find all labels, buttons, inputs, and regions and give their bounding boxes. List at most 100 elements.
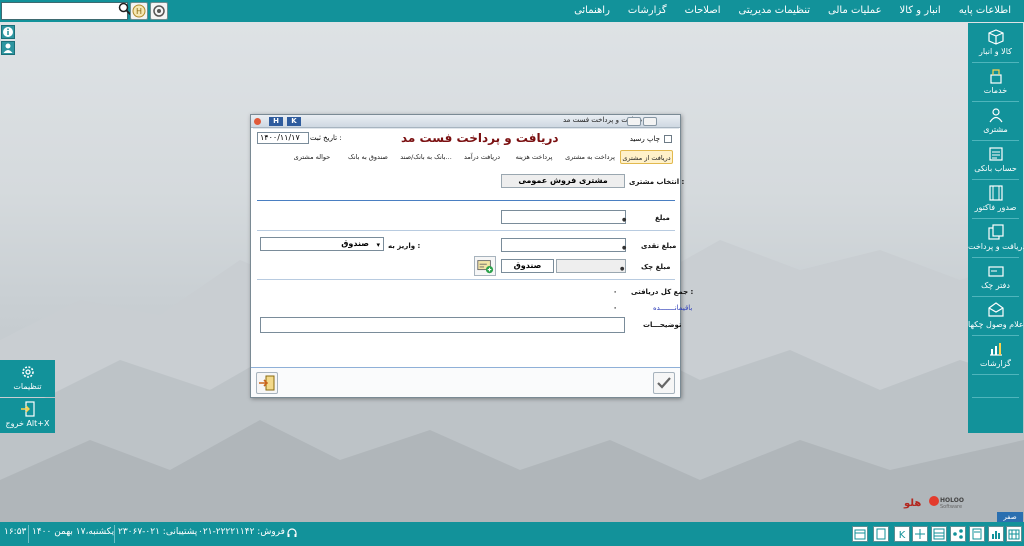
print-receipt-checkbox[interactable] — [664, 135, 672, 143]
table-icon — [933, 528, 945, 540]
sidebar-item-settings[interactable] — [968, 360, 1023, 397]
sidebar-item-label: اعلام وصول چکها — [968, 320, 1024, 329]
tab-customer-remittance[interactable]: حواله مشتری — [285, 150, 339, 164]
sidebar-item-settings-block[interactable]: تنظیمات — [0, 360, 55, 397]
maximize-button[interactable] — [627, 117, 641, 126]
cash-amount-field[interactable]: ● — [501, 238, 626, 252]
status-calendar2-button[interactable] — [1006, 526, 1022, 542]
tab-bank-to-bank[interactable]: بانک به بانک/صند... — [397, 150, 455, 164]
status-grid-button[interactable] — [912, 526, 928, 542]
tab-receive-income[interactable]: دریافت درآمد — [457, 150, 507, 164]
deposit-to-label: واریز به : — [388, 242, 421, 250]
amount-label: مبلغ — [655, 214, 670, 222]
exit-dialog-button[interactable] — [256, 372, 278, 394]
status-sales: ۰۲۱-۲۲۲۲۱۱۴۲ :فروش — [198, 527, 285, 537]
sidebar-item-label: مشتری — [983, 125, 1008, 134]
main-menu: اطلاعات پایه انبار و کالا عملیات مالی تن… — [565, 0, 1020, 22]
hotkey-k-button[interactable]: K — [287, 117, 301, 126]
date-field[interactable]: ۱۴۰۰/۱۱/۱۷ — [257, 132, 309, 144]
calendar-icon — [854, 529, 866, 540]
status-bar: ۱۶:۵۳ یکشنبه،۱۷ بهمن ۱۴۰۰ پشتیبانی: ۰۲۱-… — [0, 522, 1024, 546]
holoo-logo-mark: هلو HOLOO Software — [903, 496, 964, 510]
status-share-button[interactable] — [950, 526, 966, 542]
phone-icon — [876, 528, 886, 540]
logo-latin: HOLOO — [940, 497, 964, 504]
sidebar-item-label: دفتر چک — [981, 281, 1010, 290]
bank-account-icon — [988, 147, 1003, 161]
status-phone-button[interactable] — [873, 526, 889, 542]
svg-text:K: K — [899, 530, 906, 541]
invoice-icon — [988, 185, 1003, 201]
amount-field[interactable]: ● — [501, 210, 626, 224]
check-clearing-icon — [987, 302, 1004, 317]
description-label: توضیحـــات — [643, 321, 682, 329]
sidebar-item-inventory[interactable]: کالا و انبار — [968, 25, 1023, 62]
sidebar-item-label: کالا و انبار — [979, 47, 1012, 56]
status-table-button[interactable] — [931, 526, 947, 542]
status-calendar-button[interactable] — [852, 526, 868, 542]
customer-select[interactable]: مشتری فروش عمومی — [501, 174, 625, 188]
remaining-label: باقیمانـــــــده — [653, 304, 693, 312]
deposit-to-value: صندوق — [341, 239, 369, 248]
sidebar-item-payment[interactable]: دریافت و پرداخت — [968, 220, 1024, 257]
menu-corrections[interactable]: اصلاحات — [676, 0, 730, 22]
minimize-button[interactable] — [643, 117, 657, 126]
exit-icon — [20, 401, 35, 417]
tab-pay-expense[interactable]: پرداخت هزینه — [509, 150, 559, 164]
chart-icon — [992, 531, 1000, 539]
status-calculator-button[interactable] — [969, 526, 985, 542]
close-window-icon[interactable] — [254, 118, 261, 125]
chevron-down-icon: ▾ — [376, 241, 380, 249]
checkbook-icon — [987, 266, 1004, 277]
status-chart-button[interactable] — [988, 526, 1004, 542]
sidebar-item-bank-account[interactable]: حساب بانکی — [968, 142, 1023, 179]
menu-basic-info[interactable]: اطلاعات پایه — [950, 0, 1020, 22]
sidebar-item-exit[interactable]: خروج Alt+X — [0, 398, 55, 433]
sidebar-item-customer[interactable]: مشتری — [968, 103, 1023, 140]
menu-admin-settings[interactable]: تنظیمات مدیریتی — [730, 0, 819, 22]
holoo-logo-button[interactable]: H — [130, 2, 148, 20]
tab-cash-to-bank[interactable]: صندوق به بانک — [341, 150, 395, 164]
info-button[interactable] — [1, 25, 15, 39]
dialog-footer — [251, 367, 680, 397]
customer-icon — [989, 108, 1002, 123]
add-check-button[interactable] — [474, 256, 496, 276]
confirm-button[interactable] — [653, 372, 675, 394]
menu-inventory[interactable]: انبار و کالا — [891, 0, 950, 22]
menu-help[interactable]: راهنمائی — [565, 0, 619, 22]
headset-icon — [286, 527, 298, 539]
sidebar-item-label: دریافت و پرداخت — [968, 242, 1024, 251]
menu-financial[interactable]: عملیات مالی — [819, 0, 891, 22]
tab-pay-to-customer[interactable]: پرداخت به مشتری — [562, 150, 618, 164]
deposit-to-select[interactable]: صندوق ▾ — [260, 237, 384, 251]
menu-reports[interactable]: گزارشات — [619, 0, 676, 22]
checkmark-icon — [657, 377, 671, 389]
customer-label: انتخاب مشتری : — [629, 178, 685, 186]
sidebar-item-checkbook[interactable]: دفتر چک — [968, 259, 1023, 296]
status-date: یکشنبه،۱۷ بهمن ۱۴۰۰ — [32, 527, 115, 537]
check-amount-field[interactable]: ● — [556, 259, 626, 273]
check-destination-field[interactable]: صندوق — [501, 259, 554, 273]
user-icon — [3, 43, 13, 53]
sidebar-item-invoice[interactable]: صدور فاکتور — [968, 181, 1023, 218]
sidebar-item-label: خدمات — [983, 86, 1008, 95]
add-check-icon — [477, 260, 494, 274]
hotkey-h-button[interactable]: H — [269, 117, 283, 126]
search-input[interactable] — [1, 2, 128, 20]
status-k-button[interactable]: K — [894, 526, 910, 542]
status-support: پشتیبانی: ۰۲۱-۲۳۰۶۷ — [118, 527, 198, 537]
sidebar-item-check-clearing[interactable]: اعلام وصول چکها — [968, 298, 1024, 335]
user-button[interactable] — [1, 41, 15, 55]
description-field[interactable] — [260, 317, 625, 333]
tools-button[interactable] — [150, 2, 168, 20]
calendar-grid-icon — [1008, 529, 1020, 540]
grid-icon — [915, 529, 925, 539]
sidebar-item-services[interactable]: خدمات — [968, 64, 1023, 101]
share-icon — [953, 529, 963, 539]
receipt-payment-dialog: H K دریافت و پرداخت فست مد چاپ رسید دریا… — [250, 114, 693, 398]
print-receipt-option[interactable]: چاپ رسید — [630, 135, 672, 143]
sidebar-item-label: صدور فاکتور — [974, 203, 1017, 212]
tab-receive-from-customer[interactable]: دریافت از مشتری — [620, 150, 673, 164]
settings-icon — [21, 366, 34, 378]
calculator-icon — [972, 528, 982, 540]
